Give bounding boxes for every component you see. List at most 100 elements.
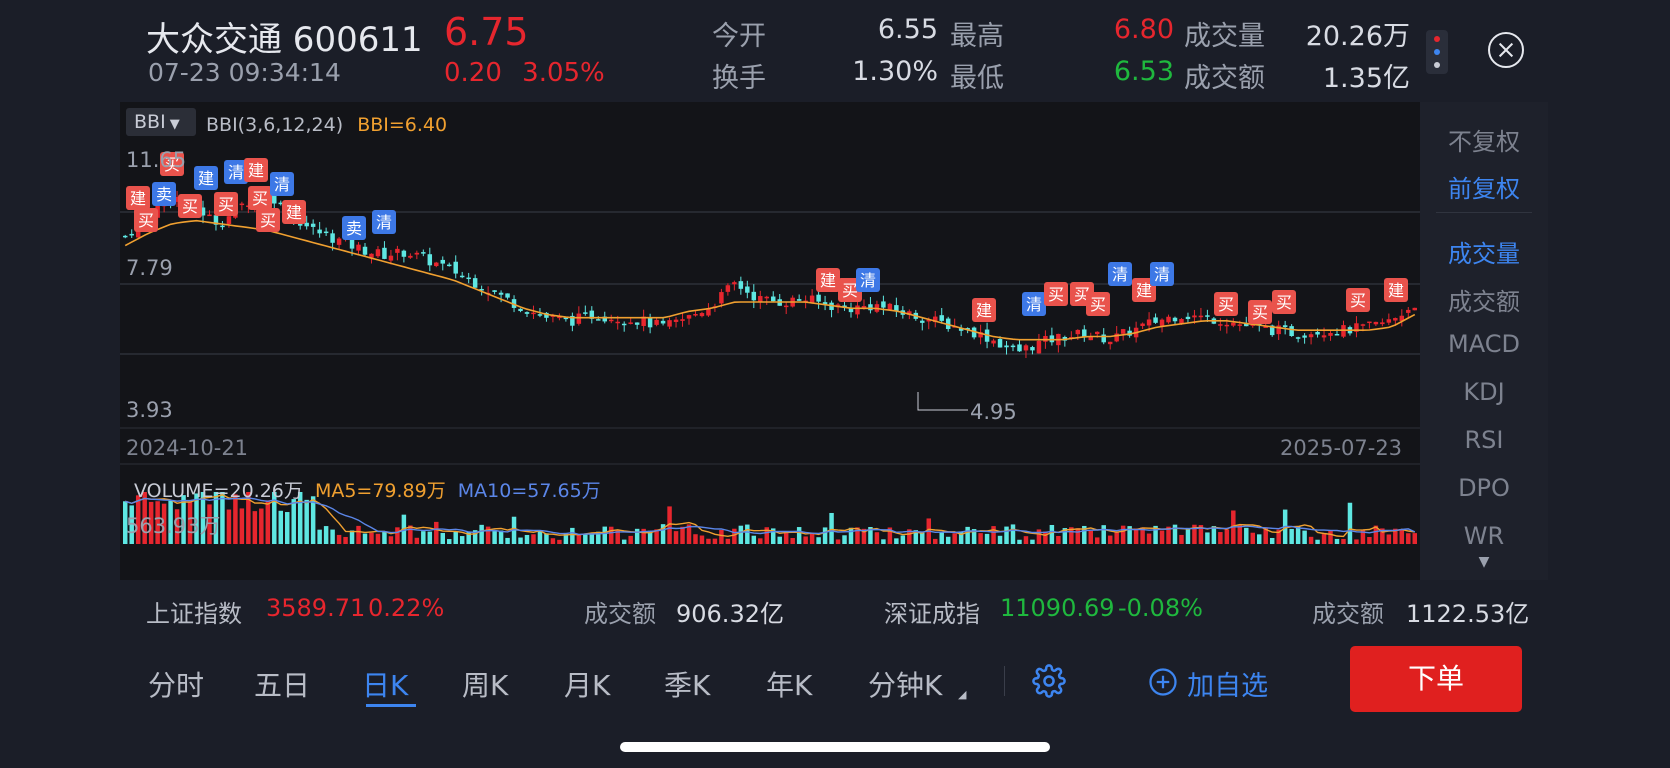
candle-body	[699, 313, 705, 317]
candle-body	[1049, 335, 1055, 343]
indicator-selector[interactable]: BBI ▼	[126, 108, 196, 136]
volume-bar	[544, 533, 549, 544]
volume-bar	[1120, 525, 1126, 544]
option-rsi[interactable]: RSI	[1420, 426, 1548, 454]
high-value: 6.80	[1113, 14, 1174, 45]
volume-bar	[388, 536, 394, 544]
volume-bar	[570, 527, 575, 544]
candle-body	[576, 313, 582, 324]
candle-body	[323, 231, 329, 234]
tab-monthly-k[interactable]: 月K	[564, 664, 610, 704]
tab-minute-k[interactable]: 分钟K	[868, 664, 942, 704]
open-value: 6.55	[877, 14, 938, 45]
option-macd[interactable]: MACD	[1420, 330, 1548, 358]
volume-bar	[518, 537, 523, 544]
signal-tag-buy: 买	[248, 186, 272, 210]
volume-bar	[492, 530, 497, 544]
tab-quarterly-k[interactable]: 季K	[664, 664, 710, 704]
volume-bar	[1218, 532, 1223, 544]
candle-body	[421, 252, 426, 254]
candle-body	[796, 299, 802, 301]
tab-daily-k[interactable]: 日K	[362, 664, 408, 704]
place-order-button[interactable]: 下单	[1350, 646, 1522, 712]
bbi-params: BBI(3,6,12,24) BBI=6.40	[206, 114, 447, 136]
volume-bar	[712, 538, 718, 544]
volume-current: VOLUME=20.26万	[134, 480, 303, 502]
expand-down-icon[interactable]: ▼	[1420, 554, 1548, 570]
indicator-selector-label: BBI	[134, 111, 166, 133]
tab-intraday[interactable]: 分时	[148, 664, 204, 704]
candle-body	[939, 315, 944, 321]
volume-bar	[408, 525, 413, 544]
option-forward-adjust[interactable]: 前复权	[1420, 169, 1548, 204]
candle-body	[861, 305, 867, 308]
signal-tag-label: 清	[274, 175, 290, 194]
signal-tag-label: 买	[842, 281, 858, 300]
volume-bar	[1302, 530, 1307, 544]
tab-five-day[interactable]: 五日	[254, 664, 310, 704]
volume-bar	[285, 512, 290, 544]
candle-body	[518, 308, 523, 312]
candle-body	[1295, 337, 1301, 339]
candle-body	[401, 250, 407, 257]
add-watchlist-button[interactable]: 加自选	[1148, 664, 1268, 703]
candle-body	[207, 214, 212, 217]
volume-bar	[719, 529, 724, 544]
volume-bar	[965, 526, 970, 544]
volume-bar	[1347, 502, 1353, 544]
option-dpo[interactable]: DPO	[1420, 474, 1548, 502]
tab-yearly-k[interactable]: 年K	[766, 664, 812, 704]
candle-body	[1406, 309, 1411, 313]
candle-body	[1367, 321, 1372, 324]
volume-bar	[673, 531, 679, 544]
signal-tag-clear: 清	[270, 172, 294, 196]
option-no-adjust[interactable]: 不复权	[1420, 122, 1548, 157]
signal-tag-label: 建	[198, 169, 214, 188]
signal-tag-label: 清	[228, 163, 244, 182]
close-icon[interactable]	[1488, 32, 1524, 68]
option-amount[interactable]: 成交额	[1420, 282, 1548, 317]
candle-body	[447, 264, 452, 267]
volume-bar	[1114, 532, 1119, 544]
volume-bar	[609, 526, 614, 544]
signal-tag-build: 建	[282, 200, 306, 224]
volume-bar	[933, 538, 938, 544]
volume-bar	[576, 535, 582, 544]
volume-label: 成交量	[1184, 21, 1265, 52]
candle-body	[725, 285, 731, 292]
plus-circle-icon	[1148, 667, 1178, 701]
candle-body	[1198, 315, 1204, 318]
candle-body	[628, 322, 633, 324]
candle-body	[459, 275, 465, 278]
candle-body	[1010, 345, 1016, 348]
volume-bar	[1224, 529, 1230, 544]
signal-tag-label: 买	[1090, 295, 1106, 314]
volume-bar	[829, 512, 834, 544]
more-menu-icon[interactable]	[1426, 30, 1448, 74]
candle-body	[719, 292, 724, 304]
open-label: 今开	[712, 21, 766, 52]
volume-bar	[939, 531, 944, 544]
quote-datetime: 07-23 09:34:14	[148, 58, 341, 87]
volume-bar	[531, 534, 536, 544]
signal-tag-buy: 买	[1248, 300, 1272, 324]
sh-amount-label: 成交额	[584, 600, 656, 628]
option-kdj[interactable]: KDJ	[1420, 378, 1548, 406]
signal-tag-label: 买	[138, 211, 154, 230]
option-volume[interactable]: 成交量	[1420, 234, 1548, 269]
candle-body	[531, 312, 536, 315]
volume-bar	[349, 530, 355, 544]
candle-body	[583, 312, 588, 314]
volume-bar	[356, 525, 361, 544]
option-wr[interactable]: WR	[1420, 522, 1548, 550]
settings-gear-icon[interactable]	[1032, 664, 1066, 702]
candle-body	[472, 278, 478, 288]
volume-bar	[589, 534, 595, 544]
sh-amount-value: 906.32亿	[676, 600, 784, 628]
kline-chart[interactable]: 建买卖买买建买清建买买清建卖清建买清建清买买买清建清买买买买建	[120, 102, 1420, 580]
tab-weekly-k[interactable]: 周K	[462, 664, 508, 704]
volume-bar	[239, 508, 245, 544]
signal-tag-clear: 清	[1150, 262, 1174, 286]
candle-body	[1237, 324, 1243, 326]
candle-body	[1321, 335, 1327, 338]
